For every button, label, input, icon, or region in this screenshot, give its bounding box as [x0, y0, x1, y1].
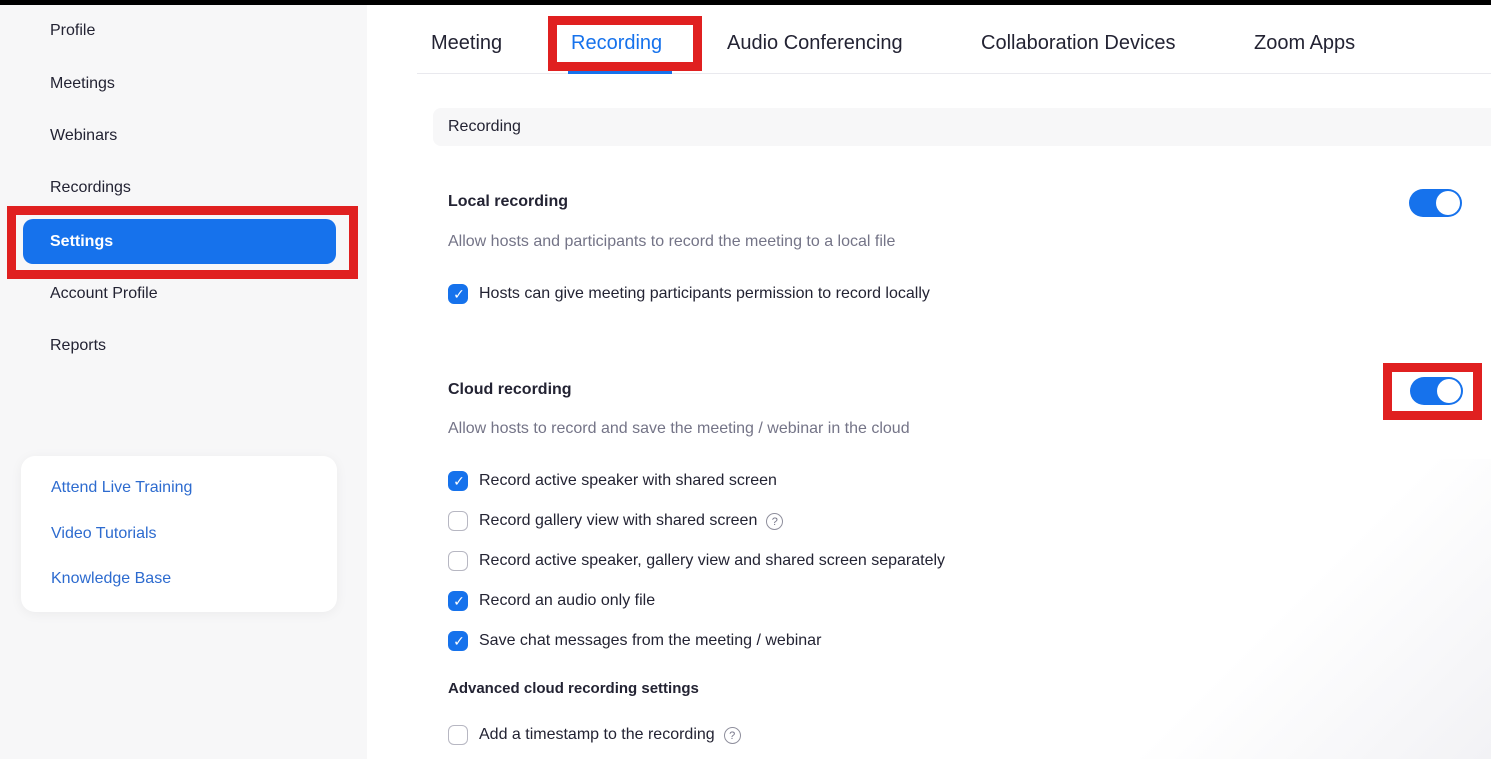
checkbox-save-chat[interactable] [448, 631, 468, 651]
option-label: Record an audio only file [479, 590, 655, 612]
tab-audio-conferencing[interactable]: Audio Conferencing [727, 30, 903, 56]
local-recording-description: Allow hosts and participants to record t… [448, 231, 895, 253]
option-row-timestamp: Add a timestamp to the recording [448, 724, 741, 746]
option-row-gallery-view: Record gallery view with shared screen [448, 510, 783, 532]
sidebar-item-recordings[interactable]: Recordings [50, 177, 131, 199]
option-row-audio-only: Record an audio only file [448, 590, 655, 612]
help-icon[interactable] [766, 513, 783, 530]
cloud-recording-toggle[interactable] [1410, 377, 1463, 405]
link-attend-live-training[interactable]: Attend Live Training [51, 478, 192, 498]
option-label: Record active speaker, gallery view and … [479, 550, 945, 572]
toggle-knob [1436, 191, 1460, 215]
sidebar: Profile Meetings Webinars Recordings Set… [0, 5, 367, 759]
section-header: Recording [433, 108, 1491, 146]
checkbox-gallery-view[interactable] [448, 511, 468, 531]
option-label: Record gallery view with shared screen [479, 510, 757, 532]
advanced-settings-heading: Advanced cloud recording settings [448, 679, 699, 699]
sidebar-item-profile[interactable]: Profile [50, 20, 95, 42]
help-icon[interactable] [724, 727, 741, 744]
checkbox-hosts-permission[interactable] [448, 284, 468, 304]
link-video-tutorials[interactable]: Video Tutorials [51, 524, 157, 544]
option-label: Record active speaker with shared screen [479, 470, 777, 492]
option-row-hosts-permission: Hosts can give meeting participants perm… [448, 283, 930, 305]
checkbox-record-separately[interactable] [448, 551, 468, 571]
sidebar-item-settings[interactable]: Settings [23, 219, 336, 264]
tab-zoom-apps[interactable]: Zoom Apps [1254, 30, 1355, 56]
sidebar-item-reports[interactable]: Reports [50, 335, 106, 357]
option-label: Hosts can give meeting participants perm… [479, 283, 930, 305]
background-decoration [1071, 459, 1491, 759]
link-knowledge-base[interactable]: Knowledge Base [51, 569, 171, 589]
sidebar-item-meetings[interactable]: Meetings [50, 73, 115, 95]
sidebar-item-webinars[interactable]: Webinars [50, 125, 117, 147]
local-recording-toggle[interactable] [1409, 189, 1462, 217]
option-row-save-chat: Save chat messages from the meeting / we… [448, 630, 821, 652]
annotation-box-recording-tab [548, 16, 702, 71]
option-label: Save chat messages from the meeting / we… [479, 630, 821, 652]
cloud-recording-description: Allow hosts to record and save the meeti… [448, 418, 910, 440]
toggle-knob [1437, 379, 1461, 403]
help-card: Attend Live Training Video Tutorials Kno… [21, 456, 337, 612]
option-row-active-speaker: Record active speaker with shared screen [448, 470, 777, 492]
option-label: Add a timestamp to the recording [479, 724, 715, 746]
tab-collaboration-devices[interactable]: Collaboration Devices [981, 30, 1176, 56]
checkbox-timestamp[interactable] [448, 725, 468, 745]
sidebar-item-account-profile[interactable]: Account Profile [50, 283, 158, 305]
checkbox-active-speaker[interactable] [448, 471, 468, 491]
checkbox-audio-only[interactable] [448, 591, 468, 611]
tab-meeting[interactable]: Meeting [431, 30, 502, 56]
cloud-recording-title: Cloud recording [448, 379, 572, 401]
option-row-separately: Record active speaker, gallery view and … [448, 550, 945, 572]
local-recording-title: Local recording [448, 191, 568, 213]
